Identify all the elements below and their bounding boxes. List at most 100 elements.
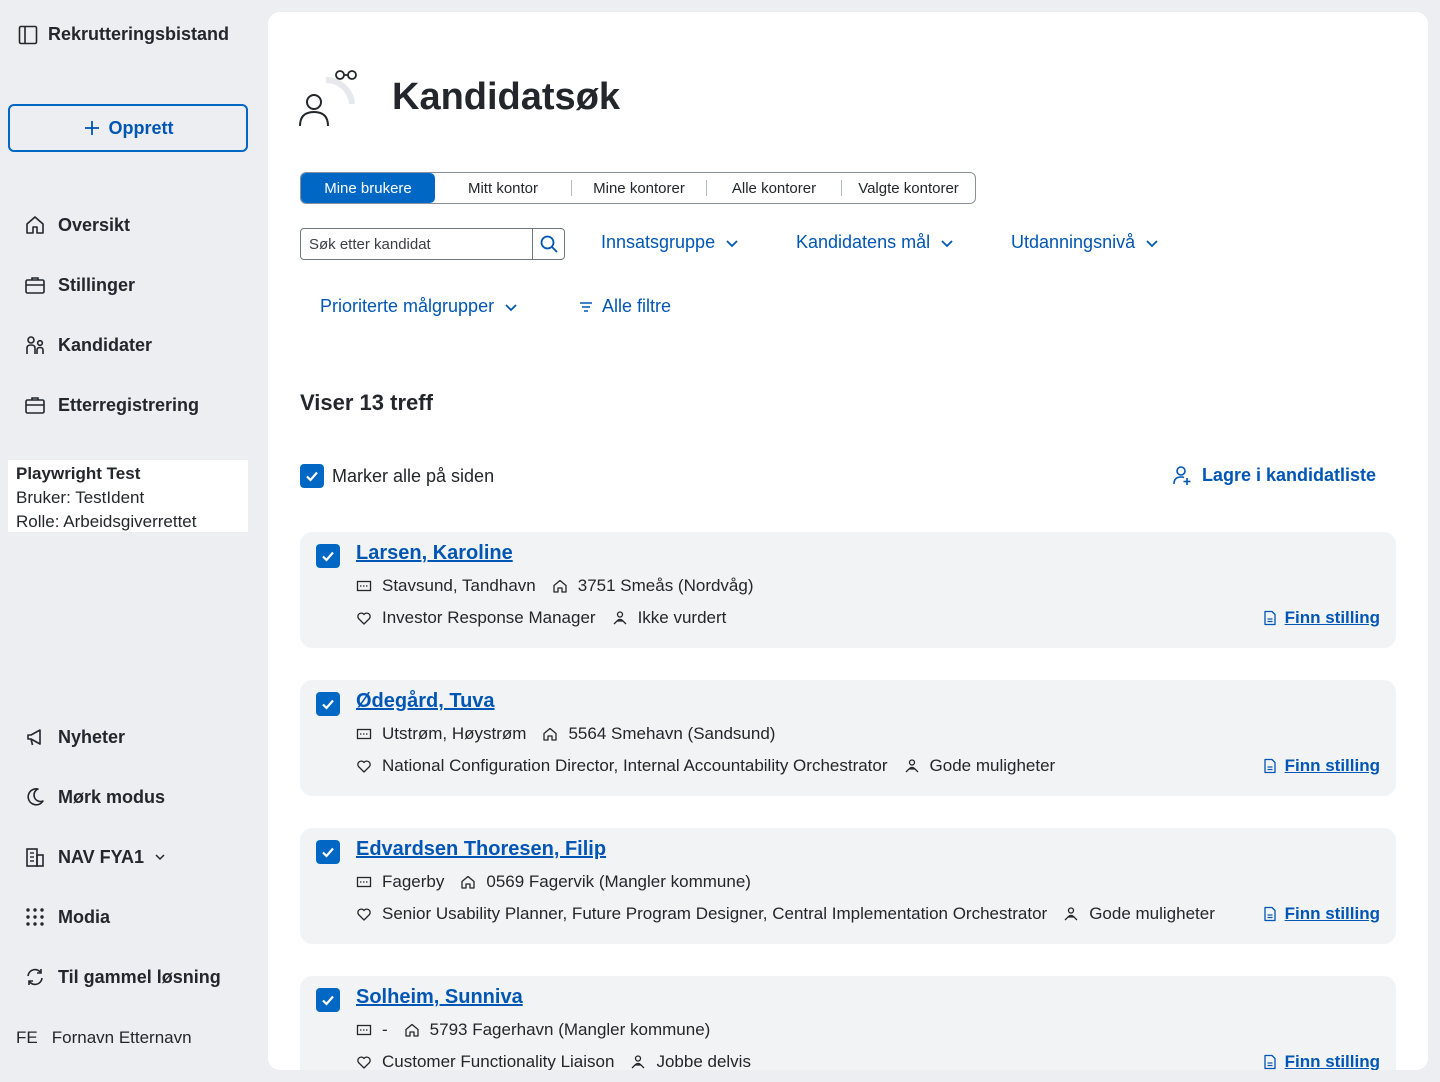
user-info: Playwright Test Bruker: TestIdent Rolle:… <box>8 460 248 532</box>
nav-item-oversikt[interactable]: Oversikt <box>24 214 130 236</box>
candidate-name-link[interactable]: Solheim, Sunniva <box>356 986 523 1009</box>
create-button[interactable]: Opprett <box>8 104 248 152</box>
filter-label: Innsatsgruppe <box>601 232 716 252</box>
nav-item-modia[interactable]: Modia <box>24 906 110 928</box>
find-job-label: Finn stilling <box>1284 904 1380 923</box>
find-job-link[interactable]: Finn stilling <box>1263 608 1380 628</box>
find-job-link[interactable]: Finn stilling <box>1263 904 1380 924</box>
candidate-status: Ikke vurdert <box>637 608 727 627</box>
candidate-name-link[interactable]: Ødegård, Tuva <box>356 690 495 713</box>
candidate-checkbox[interactable] <box>316 988 340 1012</box>
plus-icon <box>83 119 101 137</box>
candidate-office: Utstrøm, Høystrøm <box>382 724 527 743</box>
filter-innsatsgruppe[interactable]: Innsatsgruppe <box>601 232 741 253</box>
nav-item-label: Oversikt <box>58 214 131 235</box>
filter-utdanningsniva[interactable]: Utdanningsnivå <box>1011 232 1161 253</box>
tab-mine-kontorer[interactable]: Mine kontorer <box>572 173 706 203</box>
candidate-status: Gode muligheter <box>1089 904 1215 923</box>
nav-item-etterregistrering[interactable]: Etterregistrering <box>24 394 199 416</box>
candidate-name-link[interactable]: Larsen, Karoline <box>356 542 513 565</box>
user-menu[interactable]: FE Fornavn Etternavn <box>16 1028 192 1048</box>
sidebar-toggle-icon[interactable] <box>18 25 38 45</box>
candidate-card: Ødegård, Tuva Utstrøm, Høystrøm 5564 Sme… <box>300 680 1396 796</box>
briefcase-icon <box>24 274 46 296</box>
tab-alle-kontorer[interactable]: Alle kontorer <box>707 173 841 203</box>
nav-item-label: Kandidater <box>58 334 153 355</box>
tab-valgte-kontorer[interactable]: Valgte kontorer <box>842 173 975 203</box>
office-selector[interactable]: NAV FYA1 <box>24 846 166 868</box>
candidate-name-link[interactable]: Edvardsen Thoresen, Filip <box>356 838 606 861</box>
tab-mitt-kontor[interactable]: Mitt kontor <box>435 173 571 203</box>
house-icon <box>460 874 476 890</box>
candidate-checkbox[interactable] <box>316 544 340 568</box>
page-title: Kandidatsøk <box>392 76 621 118</box>
filter-kandidatens-mal[interactable]: Kandidatens mål <box>796 232 956 253</box>
nav-item-label: Modia <box>58 906 110 927</box>
office-card-icon <box>356 726 372 742</box>
person-hand-icon <box>1063 906 1079 922</box>
candidate-jobs: National Configuration Director, Interna… <box>382 756 888 775</box>
nav-item-nyheter[interactable]: Nyheter <box>24 726 125 748</box>
chevron-down-icon <box>502 298 520 316</box>
find-job-link[interactable]: Finn stilling <box>1263 1052 1380 1070</box>
create-label: Opprett <box>108 117 174 138</box>
candidate-address: 5793 Fagerhavn (Mangler kommune) <box>429 1020 711 1039</box>
office-scope-toggle: Mine brukere Mitt kontor Mine kontorer A… <box>300 172 976 204</box>
arrows-circle-icon <box>24 966 46 988</box>
find-job-label: Finn stilling <box>1284 1052 1380 1070</box>
all-filters-button[interactable]: Alle filtre <box>578 296 671 317</box>
search-icon <box>539 234 559 254</box>
person-hand-icon <box>904 758 920 774</box>
house-icon <box>24 214 46 236</box>
candidate-jobs: Customer Functionality Liaison <box>382 1052 615 1070</box>
app-title: Rekrutteringsbistand <box>48 24 230 44</box>
filter-label: Kandidatens mål <box>796 232 931 252</box>
tab-mine-brukere[interactable]: Mine brukere <box>301 173 435 203</box>
candidate-search <box>300 228 565 260</box>
nav-item-label: Mørk modus <box>58 786 166 807</box>
candidate-jobs-row: Investor Response Manager Ikke vurdert <box>356 608 726 628</box>
find-job-link[interactable]: Finn stilling <box>1263 756 1380 776</box>
office-card-icon <box>356 874 372 890</box>
candidate-status: Gode muligheter <box>929 756 1056 775</box>
megaphone-icon <box>24 726 46 748</box>
checkbox-checked-icon <box>300 464 324 488</box>
candidate-location-row: - 5793 Fagerhavn (Mangler kommune) <box>356 1020 710 1040</box>
select-all-label: Marker alle på siden <box>332 465 495 486</box>
find-job-label: Finn stilling <box>1284 608 1380 627</box>
app-brand[interactable]: Rekrutteringsbistand <box>18 24 229 45</box>
candidate-search-illustration-icon <box>296 66 362 132</box>
chevron-down-icon <box>154 851 166 863</box>
save-list-label: Lagre i kandidatliste <box>1201 464 1376 485</box>
filter-label: Utdanningsnivå <box>1011 232 1136 252</box>
nav-item-label: NAV FYA1 <box>58 846 145 867</box>
filter-prioriterte-malgrupper[interactable]: Prioriterte målgrupper <box>320 296 520 317</box>
candidate-jobs-row: Customer Functionality Liaison Jobbe del… <box>356 1052 751 1070</box>
candidate-checkbox[interactable] <box>316 840 340 864</box>
dark-mode-toggle[interactable]: Mørk modus <box>24 786 165 808</box>
nav-item-kandidater[interactable]: Kandidater <box>24 334 152 356</box>
filter-icon <box>578 299 594 315</box>
candidate-jobs-row: Senior Usability Planner, Future Program… <box>356 904 1215 924</box>
find-job-label: Finn stilling <box>1284 756 1380 775</box>
avatar: FE <box>16 1028 38 1047</box>
person-hand-icon <box>630 1054 646 1070</box>
heart-hand-icon <box>356 758 372 774</box>
document-icon <box>1263 758 1277 774</box>
nav-item-label: Til gammel løsning <box>58 966 221 987</box>
office-card-icon <box>356 1022 372 1038</box>
candidate-card: Larsen, Karoline Stavsund, Tandhavn 3751… <box>300 532 1396 648</box>
candidate-checkbox[interactable] <box>316 692 340 716</box>
search-input[interactable] <box>301 229 532 259</box>
people-icon <box>24 334 46 356</box>
candidate-location-row: Fagerby 0569 Fagervik (Mangler kommune) <box>356 872 751 892</box>
select-all-checkbox[interactable]: Marker alle på siden <box>300 464 494 488</box>
candidate-location-row: Stavsund, Tandhavn 3751 Smeås (Nordvåg) <box>356 576 754 596</box>
candidate-card: Solheim, Sunniva - 5793 Fagerhavn (Mangl… <box>300 976 1396 1070</box>
search-button[interactable] <box>532 229 564 259</box>
candidate-status: Jobbe delvis <box>656 1052 751 1070</box>
nav-item-old-solution[interactable]: Til gammel løsning <box>24 966 221 988</box>
nav-item-stillinger[interactable]: Stillinger <box>24 274 135 296</box>
moon-icon <box>24 786 46 808</box>
save-to-list-button[interactable]: Lagre i kandidatliste <box>1172 464 1376 486</box>
